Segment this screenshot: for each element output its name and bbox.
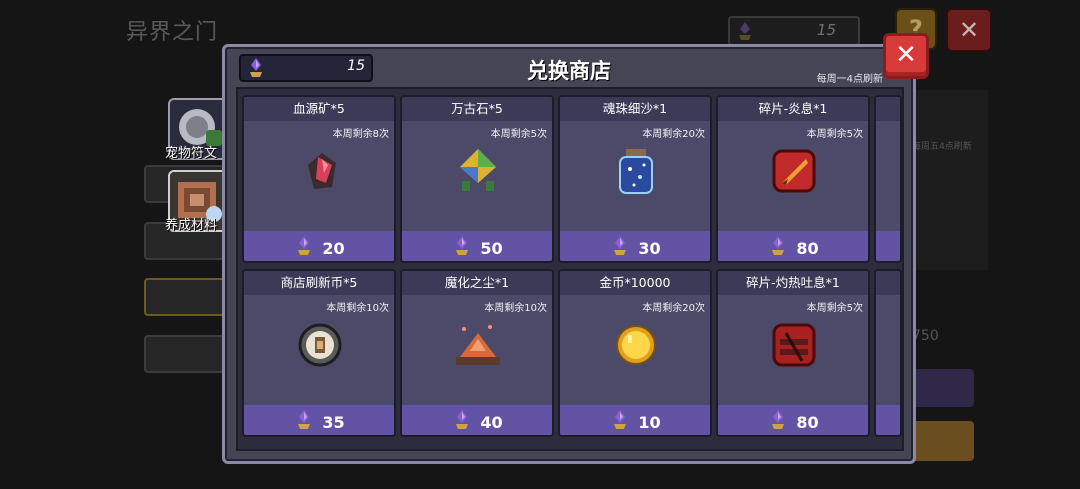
item-limit: 本周剩余5次: [490, 129, 547, 140]
bg-right-amount: 750: [912, 328, 939, 344]
bg-currency-display: 15: [728, 16, 860, 46]
gold-coin-icon: [608, 317, 664, 373]
purple-gem-icon: [734, 20, 756, 46]
item-price-bar[interactable]: 80: [718, 231, 868, 261]
item-name: 商店刷新币*5: [244, 271, 394, 295]
item-name-partial: [876, 271, 900, 295]
shop-item-card[interactable]: 碎片-灼热吐息*1 本周剩余5次 80: [716, 269, 870, 437]
bg-action-button: [906, 369, 974, 407]
item-name: 碎片-炎息*1: [718, 97, 868, 121]
shop-refresh-note: 每周一4点刷新: [816, 74, 883, 85]
item-price: 40: [480, 412, 503, 432]
item-name-partial: [876, 97, 900, 121]
refresh-coin-icon: [292, 317, 348, 373]
purple-gem-icon: [767, 409, 789, 435]
purple-gem-icon: [609, 409, 631, 435]
soul-sand-jar-icon: [608, 143, 664, 199]
shop-item-card[interactable]: 碎片-炎息*1 本周剩余5次 80: [716, 95, 870, 263]
item-price-bar-partial: [876, 231, 900, 261]
item-limit: 本周剩余8次: [332, 129, 389, 140]
item-limit: 本周剩余20次: [642, 129, 705, 140]
shop-item-card[interactable]: 万古石*5 本周剩余5次 50: [400, 95, 554, 263]
shop-item-card[interactable]: 金币*10000 本周剩余20次 10: [558, 269, 712, 437]
bg-currency-amount: 15: [816, 21, 836, 39]
item-name: 血源矿*5: [244, 97, 394, 121]
pet-rune-tab-label: 宠物符文: [165, 146, 218, 161]
shop-item-card[interactable]: 魔化之尘*1 本周剩余10次 40: [400, 269, 554, 437]
item-price-bar[interactable]: 35: [244, 405, 394, 435]
item-price: 80: [796, 412, 819, 432]
screen-close-button[interactable]: ✕: [946, 8, 992, 52]
fragment-flame-breath-icon: [766, 143, 822, 199]
shop-item-card[interactable]: 魂珠细沙*1 本周剩余20次 30: [558, 95, 712, 263]
purple-gem-icon: [293, 409, 315, 435]
item-limit: 本周剩余5次: [806, 303, 863, 314]
item-price-bar-partial: [876, 405, 900, 435]
screen-title: 异界之门: [126, 20, 219, 45]
purple-gem-icon: [767, 235, 789, 261]
bg-action-button: [906, 421, 974, 461]
item-price: 35: [322, 412, 345, 432]
ancient-stone-icon: [450, 143, 506, 199]
item-limit: 本周剩余10次: [326, 303, 389, 314]
purple-gem-icon: [609, 235, 631, 261]
purple-gem-icon: [451, 409, 473, 435]
item-price: 30: [638, 238, 661, 258]
item-limit: 本周剩余20次: [642, 303, 705, 314]
item-price: 10: [638, 412, 661, 432]
item-name: 万古石*5: [402, 97, 552, 121]
purple-gem-icon: [451, 235, 473, 261]
shop-item-card-partial[interactable]: [874, 95, 902, 263]
materials-tab-label: 养成材料: [165, 218, 218, 233]
item-name: 魔化之尘*1: [402, 271, 552, 295]
item-name: 魂珠细沙*1: [560, 97, 710, 121]
shop-item-card[interactable]: 商店刷新币*5 本周剩余10次 35: [242, 269, 396, 437]
bg-list-item: [144, 278, 228, 316]
demonized-dust-icon: [450, 317, 506, 373]
item-price: 50: [480, 238, 503, 258]
shop-title: 兑换商店: [527, 59, 611, 83]
item-name: 金币*10000: [560, 271, 710, 295]
item-price-bar[interactable]: 40: [402, 405, 552, 435]
shop-item-card-partial[interactable]: [874, 269, 902, 437]
blood-ore-icon: [292, 143, 348, 199]
item-price-bar[interactable]: 30: [560, 231, 710, 261]
shop-item-card[interactable]: 血源矿*5 本周剩余8次 20: [242, 95, 396, 263]
item-name: 碎片-灼热吐息*1: [718, 271, 868, 295]
item-price-bar[interactable]: 10: [560, 405, 710, 435]
item-price-bar[interactable]: 20: [244, 231, 394, 261]
item-price-bar[interactable]: 50: [402, 231, 552, 261]
item-limit: 本周剩余5次: [806, 129, 863, 140]
item-price: 20: [322, 238, 345, 258]
bg-right-refresh-text: 每周五4点刷新: [912, 142, 972, 152]
item-price: 80: [796, 238, 819, 258]
exchange-shop-panel: 15 兑换商店 每周一4点刷新 ✕ 血源矿*5 本周剩余8次 20 万古石*5 …: [222, 33, 929, 464]
item-price-bar[interactable]: 80: [718, 405, 868, 435]
shop-close-button[interactable]: ✕: [883, 33, 929, 79]
shop-grid: 血源矿*5 本周剩余8次 20 万古石*5 本周剩余5次 50 魂珠细沙*1 本: [236, 87, 904, 451]
bg-list-item: [144, 335, 228, 373]
item-limit: 本周剩余10次: [484, 303, 547, 314]
fragment-scorching-breath-icon: [766, 317, 822, 373]
purple-gem-icon: [293, 235, 315, 261]
